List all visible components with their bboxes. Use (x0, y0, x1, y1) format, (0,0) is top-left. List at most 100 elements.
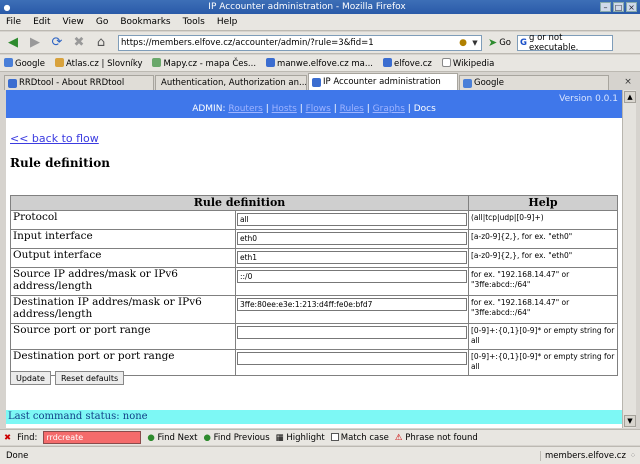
match-case-checkbox[interactable]: Match case (330, 432, 389, 443)
reset-defaults-button[interactable]: Reset defaults (54, 371, 125, 385)
admin-nav: ADMIN: Routers | Hosts | Flows | Rules |… (192, 104, 436, 114)
admin-link-docs[interactable]: Docs (414, 104, 436, 114)
google-search-icon: G (520, 37, 527, 48)
bookmark-atlas[interactable]: Atlas.cz | Slovníky (54, 57, 142, 69)
checkbox-icon (330, 432, 339, 441)
close-find-icon[interactable]: ✖ (4, 433, 11, 443)
highlight-label: Highlight (286, 432, 325, 443)
admin-link-flows[interactable]: Flows (306, 104, 331, 114)
find-next-button[interactable]: ● Find Next (147, 433, 197, 443)
row-help: [0-9]+:{0,1}[0-9]* or empty string for a… (468, 349, 618, 376)
tab-label: RRDtool - About RRDtool (19, 78, 125, 88)
resize-grip-icon[interactable]: ⁘ (626, 451, 640, 460)
menu-edit[interactable]: Edit (33, 17, 50, 27)
search-value[interactable]: g or not executable. (529, 33, 612, 53)
row-label-destination-ip: Destination IP addres/mask or IPv6 addre… (10, 295, 236, 324)
lock-icon[interactable]: ● (457, 38, 469, 48)
go-arrow-icon: ➤ (488, 36, 498, 49)
close-window-button[interactable]: × (626, 2, 637, 12)
input-interface-field[interactable]: eth0 (237, 232, 467, 245)
tab-favicon-icon (8, 78, 17, 88)
bookmark-label: Wikipedia (452, 58, 495, 69)
vertical-scrollbar[interactable]: ▲ ▼ (622, 90, 636, 428)
admin-link-rules[interactable]: Rules (340, 104, 364, 114)
search-input[interactable]: G g or not executable. (517, 33, 614, 53)
output-interface-field[interactable]: eth1 (237, 251, 467, 264)
menu-view[interactable]: View (63, 17, 84, 27)
url-text[interactable]: https://members.elfove.cz/accounter/admi… (121, 38, 457, 48)
status-domain: members.elfove.cz (540, 450, 626, 461)
find-next-label: Find Next (157, 432, 198, 443)
go-button[interactable]: ➤ Go (488, 36, 511, 49)
highlight-button[interactable]: ▦ Highlight (276, 433, 325, 443)
table-row: Output interface eth1 [a-z0-9]{2,}, for … (10, 248, 618, 268)
bookmark-icon (54, 57, 64, 67)
maximize-button[interactable]: □ (613, 2, 624, 12)
find-label: Find: (17, 432, 38, 443)
admin-link-hosts[interactable]: Hosts (272, 104, 297, 114)
tab-label: Authentication, Authorization an... (161, 78, 307, 88)
find-input[interactable]: rrdcreate (43, 431, 142, 444)
back-to-flow-link[interactable]: << back to flow (10, 132, 99, 145)
tab-authentication[interactable]: Authentication, Authorization an... (155, 75, 307, 90)
warning-icon: ⚠ (394, 432, 403, 443)
forward-icon[interactable]: ▶ (26, 34, 44, 52)
row-help: for ex. "192.168.14.47" or "3ffe:abcd::/… (468, 295, 618, 324)
menu-tools[interactable]: Tools (183, 17, 205, 27)
bookmark-manwe[interactable]: manwe.elfove.cz ma... (266, 57, 373, 69)
find-previous-button[interactable]: ● Find Previous (203, 433, 269, 443)
minimize-button[interactable]: – (600, 2, 611, 12)
table-row: Destination IP addres/mask or IPv6 addre… (10, 295, 618, 324)
find-next-icon: ● (147, 432, 155, 443)
url-bar[interactable]: https://members.elfove.cz/accounter/admi… (118, 34, 482, 51)
bookmark-elfove[interactable]: elfove.cz (382, 57, 432, 69)
bookmark-wikipedia[interactable]: Wikipedia (441, 57, 495, 69)
tab-ip-accounter[interactable]: IP Accounter administration (308, 73, 458, 90)
close-tab-icon[interactable]: × (622, 76, 634, 88)
update-button[interactable]: Update (10, 371, 51, 385)
source-ip-field[interactable]: ::/0 (237, 270, 467, 283)
window-title: IP Accounter administration - Mozilla Fi… (208, 2, 406, 12)
destination-port-field[interactable] (237, 352, 467, 365)
wikipedia-icon (441, 57, 451, 67)
window-menu-icon[interactable]: ● (2, 2, 12, 12)
menu-file[interactable]: File (6, 17, 21, 27)
chevron-down-icon[interactable]: ▼ (469, 36, 481, 50)
admin-label: ADMIN: (192, 104, 226, 114)
row-help: (all|tcp|udp|[0-9]+) (468, 210, 618, 230)
bookmark-mapy[interactable]: Mapy.cz - mapa Čes... (152, 57, 256, 69)
match-case-label: Match case (340, 432, 389, 443)
tab-google[interactable]: Google (459, 75, 609, 90)
row-help: [a-z0-9]{2,}, for ex. "eth0" (468, 248, 618, 268)
menu-go[interactable]: Go (96, 17, 108, 27)
menu-help[interactable]: Help (217, 17, 238, 27)
admin-link-routers[interactable]: Routers (228, 104, 263, 114)
home-icon[interactable]: ⌂ (92, 34, 110, 52)
last-command-status: Last command status: none (6, 410, 622, 424)
table-row: Input interface eth0 [a-z0-9]{2,}, for e… (10, 229, 618, 249)
back-icon[interactable]: ◀ (4, 34, 22, 52)
form-buttons: Update Reset defaults (10, 371, 125, 385)
destination-ip-field[interactable]: 3ffe:80ee:e3e:1:213:d4ff:fe0e:bfd7 (237, 298, 467, 311)
menu-bookmarks[interactable]: Bookmarks (120, 17, 170, 27)
column-header-rule: Rule definition (10, 195, 469, 211)
bookmark-google[interactable]: Google (4, 57, 45, 69)
row-label-source-port: Source port or port range (10, 323, 236, 350)
source-port-field[interactable] (237, 326, 467, 339)
navigation-toolbar: ◀ ▶ ⟳ ✖ ⌂ https://members.elfove.cz/acco… (0, 32, 640, 54)
rule-definition-table: Rule definition Help Protocol all (all|t… (10, 195, 618, 376)
protocol-field[interactable]: all (237, 213, 467, 226)
reload-icon[interactable]: ⟳ (48, 34, 66, 52)
find-previous-label: Find Previous (213, 432, 270, 443)
bookmark-icon (382, 57, 392, 67)
row-label-output-interface: Output interface (10, 248, 236, 268)
scroll-up-icon[interactable]: ▲ (624, 91, 636, 103)
table-header-row: Rule definition Help (10, 195, 618, 211)
tab-rrdtool[interactable]: RRDtool - About RRDtool (4, 75, 154, 90)
scroll-down-icon[interactable]: ▼ (624, 415, 636, 427)
stop-icon[interactable]: ✖ (70, 34, 88, 52)
admin-header: Version 0.0.1 ADMIN: Routers | Hosts | F… (6, 90, 622, 118)
row-help: for ex. "192.168.14.47" or "3ffe:abcd::/… (468, 267, 618, 296)
admin-link-graphs[interactable]: Graphs (373, 104, 405, 114)
bookmark-label: elfove.cz (393, 58, 432, 69)
